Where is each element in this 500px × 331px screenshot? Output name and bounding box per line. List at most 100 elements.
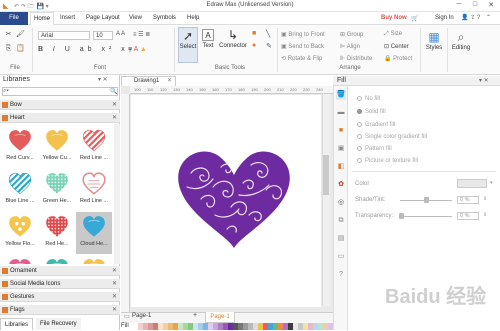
tab-help[interactable]: Help	[187, 12, 199, 25]
paste-icon[interactable]: 📋	[16, 44, 25, 53]
library-category-ornament[interactable]: Ornament ✕	[0, 266, 120, 276]
theme-icon[interactable]: ✿	[336, 180, 346, 190]
font-family-select[interactable]: Arial	[38, 31, 90, 40]
layers-icon[interactable]: ◎	[336, 198, 346, 208]
paragraph-icons[interactable]: ≡ ☰ ≣	[133, 31, 150, 38]
tab-page-layout[interactable]: Page Layout	[86, 12, 120, 25]
color-picker-button[interactable]	[457, 179, 487, 188]
active-page-tab[interactable]: Page-1	[205, 312, 235, 323]
library-heart-shape[interactable]: Blue Line ...	[2, 169, 38, 211]
tab-symbols[interactable]: Symbols	[153, 12, 176, 25]
library-search-icon[interactable]: ⌕▾	[3, 88, 9, 95]
brush-icon[interactable]: 🖌	[16, 30, 25, 39]
help-icon[interactable]: ?	[336, 270, 346, 280]
heart-shape[interactable]	[131, 95, 321, 307]
font-color-icon[interactable]: ≡ A ▲	[128, 46, 147, 53]
fill-option-solid[interactable]: Solid fill	[357, 109, 386, 115]
libraries-pin-close-icons[interactable]: ▾ ✕	[98, 76, 108, 83]
maximize-button[interactable]: □	[467, 1, 483, 11]
line-tool-icon[interactable]: ╲	[266, 30, 270, 38]
page-menu-icon[interactable]: ▭	[124, 313, 130, 320]
fill-tool-icon[interactable]: 🪣	[336, 90, 346, 100]
library-heart-shape[interactable]	[76, 255, 112, 264]
shade-tint-input[interactable]: 0 %	[457, 196, 479, 204]
group-button[interactable]: ⊞ Group	[340, 31, 363, 38]
copy-icon[interactable]: ⎘	[4, 44, 13, 53]
ribbon-options-icons[interactable]: 👤 ⇪ ?	[461, 14, 480, 21]
connector-tool-button[interactable]: ↳ Connector	[218, 27, 248, 63]
color-palette[interactable]	[133, 323, 333, 330]
transparency-slider[interactable]	[400, 216, 452, 217]
editing-button[interactable]: ⌕ Editing	[450, 29, 472, 51]
library-heart-shape[interactable]: Green He...	[39, 169, 75, 211]
text-tool-button[interactable]: A Text	[200, 27, 216, 63]
canvas-vertical-scrollbar[interactable]	[322, 94, 330, 306]
cut-icon[interactable]: ✂	[4, 30, 13, 39]
ribbon-collapse-icon[interactable]: ⌃	[486, 14, 491, 21]
close-tab-icon[interactable]: ✕	[167, 77, 172, 86]
text-format-icons[interactable]: 𝐁 𝐼 U ab x² x₂	[38, 46, 136, 54]
send-to-back-button[interactable]: ▣ Send to Back	[281, 43, 324, 50]
fill-option-single-color-gradient[interactable]: Single color gradient fill	[357, 134, 427, 140]
fill-option-no-fill[interactable]: No fill	[357, 96, 380, 102]
tab-home[interactable]: Home	[30, 12, 55, 25]
library-category-flags[interactable]: Flags ✕	[0, 305, 120, 315]
file-recovery-tab[interactable]: File Recovery	[36, 318, 81, 330]
protect-button[interactable]: 🔒 Protect	[384, 55, 412, 62]
bring-to-front-button[interactable]: ▣ Bring to Front	[281, 31, 325, 38]
tab-view[interactable]: View	[129, 12, 142, 25]
chevron-down-icon[interactable]: ▾	[490, 180, 493, 186]
transparency-slider-thumb[interactable]	[399, 213, 404, 219]
library-scrollbar[interactable]	[114, 124, 120, 264]
library-category-bow[interactable]: Bow ✕	[0, 100, 120, 110]
library-category-social-media[interactable]: Social Media Icons ✕	[0, 279, 120, 289]
library-category-gestures[interactable]: Gestures ✕	[0, 292, 120, 302]
library-search-button-icon[interactable]: 🔍	[110, 88, 117, 95]
rotate-flip-button[interactable]: ⟲ Rotate & Flip	[281, 55, 322, 62]
fill-option-picture[interactable]: Picture or texture fill	[357, 158, 418, 164]
pen-tool-icon[interactable]: ✎	[266, 42, 272, 50]
shade-tint-slider-thumb[interactable]	[424, 197, 429, 203]
add-page-button[interactable]: +	[193, 312, 197, 319]
file-menu-tab[interactable]: File	[0, 12, 28, 25]
close-icon[interactable]: ✕	[112, 100, 117, 110]
close-icon[interactable]: ✕	[112, 279, 117, 289]
buy-now-link[interactable]: Buy Now	[381, 12, 407, 25]
comment-icon[interactable]: ▭	[336, 252, 346, 262]
page-tab[interactable]: Page-1	[132, 313, 151, 319]
library-heart-shape[interactable]: Yellow Cu...	[39, 126, 75, 168]
hyperlink-icon[interactable]: ⧉	[336, 216, 346, 226]
styles-button[interactable]: ▦ Styles	[424, 29, 444, 51]
center-button[interactable]: ⊡ Center	[384, 43, 409, 50]
drawing-page[interactable]	[131, 95, 321, 307]
sign-in-link[interactable]: Sign In	[435, 12, 454, 25]
size-button[interactable]: ⤢ Size	[384, 31, 402, 38]
cart-icon[interactable]: 🛒	[411, 15, 418, 22]
close-icon[interactable]: ✕	[112, 113, 117, 123]
library-search-input[interactable]	[2, 87, 118, 96]
library-heart-shape[interactable]: Cloud He...	[76, 212, 112, 254]
close-icon[interactable]: ✕	[112, 305, 117, 315]
line-style-icon[interactable]: ▬	[336, 108, 346, 118]
tab-insert[interactable]: Insert	[60, 12, 75, 25]
minimize-button[interactable]: ─	[451, 1, 467, 11]
shadow-icon[interactable]: ■	[336, 126, 346, 136]
fill-panel-pin-close-icons[interactable]: ▾ ✕	[479, 77, 489, 84]
transparency-input[interactable]: 0 %	[457, 212, 479, 220]
library-category-heart[interactable]: Heart ✕	[0, 113, 120, 123]
library-heart-shape[interactable]: Red Line ...	[76, 169, 112, 211]
libraries-bottom-tab[interactable]: Libraries	[0, 318, 34, 330]
shape-rectangle-icon[interactable]: ■	[252, 30, 256, 37]
library-heart-shape[interactable]: Red He...	[39, 212, 75, 254]
library-heart-shape[interactable]	[39, 255, 75, 264]
close-window-button[interactable]: ✕	[483, 1, 499, 11]
distribute-button[interactable]: ⊪ Distribute	[340, 55, 372, 62]
document-tab[interactable]: Drawing1 ✕	[121, 76, 176, 86]
close-icon[interactable]: ✕	[112, 266, 117, 276]
align-button[interactable]: ⊫ Align	[340, 43, 360, 50]
attachment-icon[interactable]: ▤	[336, 234, 346, 244]
shape-circle-icon[interactable]: ●	[252, 42, 256, 49]
library-heart-shape[interactable]	[2, 255, 38, 264]
close-icon[interactable]: ✕	[112, 292, 117, 302]
font-size-step-icons[interactable]: A A	[116, 31, 125, 37]
